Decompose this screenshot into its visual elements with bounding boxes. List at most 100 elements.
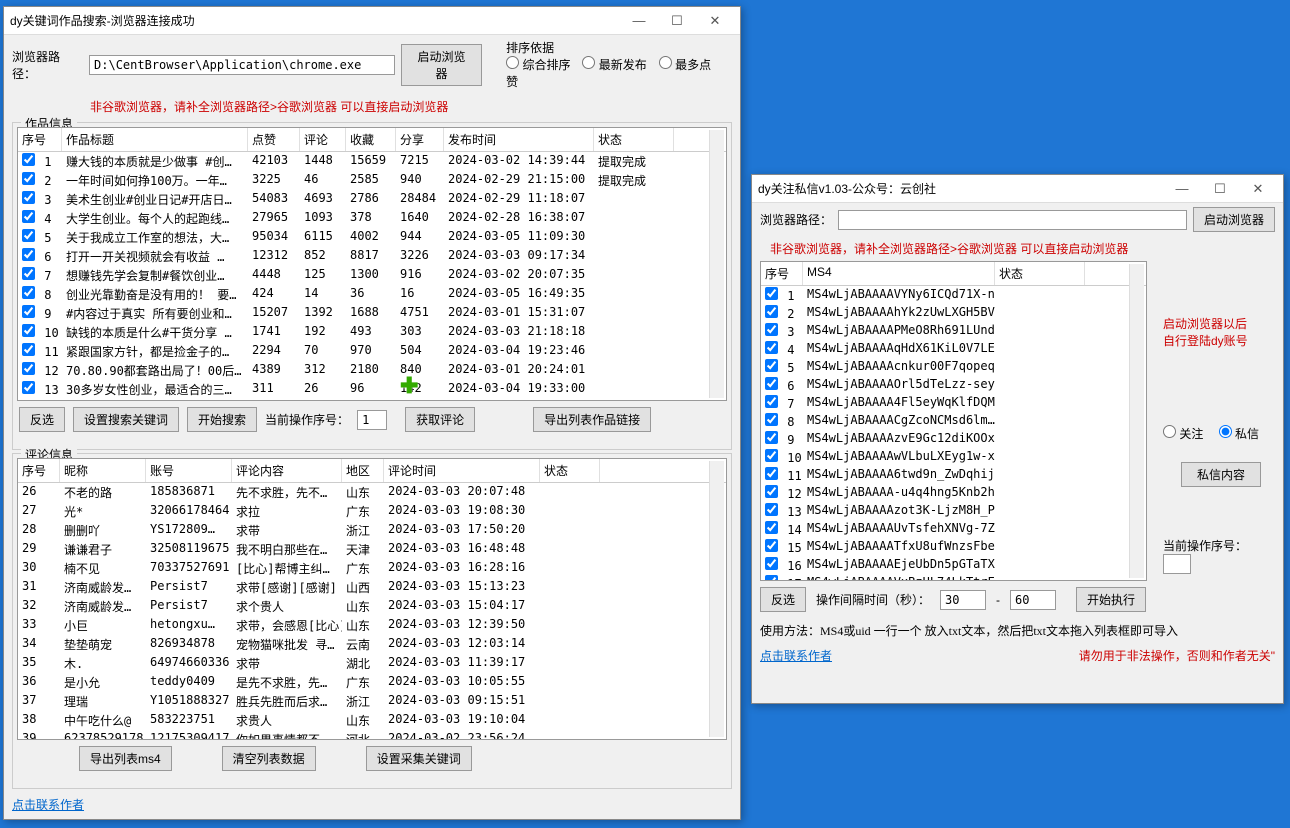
table-row[interactable]: 15 MS4wLjABAAAATfxU8ufWnzsFbe…: [761, 538, 1146, 556]
sort-radio-1[interactable]: 最新发布: [582, 58, 646, 72]
dm-radio[interactable]: 私信: [1219, 427, 1259, 441]
table-row[interactable]: 8 MS4wLjABAAAACgZcoNCMsd6lm…: [761, 412, 1146, 430]
sort-radio-0[interactable]: 综合排序: [506, 58, 570, 72]
table-row[interactable]: 33小巨hetongxu…求带，会感恩[比心]山东2024-03-03 12:3…: [18, 616, 726, 635]
clear-list-button[interactable]: 清空列表数据: [222, 746, 316, 771]
sort-label: 排序依据: [506, 39, 732, 56]
table-row[interactable]: 5 MS4wLjABAAAAcnkur00F7qopeq…: [761, 358, 1146, 376]
maximize-button[interactable]: ☐: [658, 13, 696, 29]
dm-content-button[interactable]: 私信内容: [1181, 462, 1261, 487]
window-title: dy关注私信v1.03-公众号：云创社: [758, 180, 1163, 197]
table-row[interactable]: 9 MS4wLjABAAAAzvE9Gc12diKOOx…: [761, 430, 1146, 448]
inverse-select-button[interactable]: 反选: [760, 587, 806, 612]
table-row[interactable]: 16 MS4wLjABAAAAEjeUbDn5pGTaTX…: [761, 556, 1146, 574]
browser-path-input[interactable]: [89, 55, 395, 75]
table-row[interactable]: 10 缺钱的本质是什么#干货分享 … 1741 192 493 303 2024…: [18, 323, 726, 342]
table-row[interactable]: 38中午吃什么@583223751求贵人山东2024-03-03 19:10:0…: [18, 711, 726, 730]
current-op-label: 当前操作序号：: [1163, 539, 1247, 553]
follow-dm-window: dy关注私信v1.03-公众号：云创社 — ☐ ✕ 浏览器路径： 启动浏览器 非…: [751, 174, 1284, 704]
launch-browser-button[interactable]: 启动浏览器: [1193, 207, 1275, 232]
table-row[interactable]: 17 MS4wLjABAAAAVxBzHL74LkTtrE…: [761, 574, 1146, 581]
table-row[interactable]: 12 MS4wLjABAAAA-u4q4hng5Knb2h…: [761, 484, 1146, 502]
table-row[interactable]: 396237852917812175309417你如果事情都不…河北2024-0…: [18, 730, 726, 740]
hint-line-1: 启动浏览器以后: [1163, 315, 1275, 332]
get-comments-button[interactable]: 获取评论: [405, 407, 475, 432]
table-row[interactable]: 9 #内容过于真实 所有要创业和… 15207 1392 1688 4751 2…: [18, 304, 726, 323]
table-row[interactable]: 4 MS4wLjABAAAAqHdX61KiL0V7LE…: [761, 340, 1146, 358]
titlebar: dy关注私信v1.03-公众号：云创社 — ☐ ✕: [752, 175, 1283, 203]
window-title: dy关键词作品搜索-浏览器连接成功: [10, 12, 620, 29]
table-row[interactable]: 1 赚大钱的本质就是少做事 #创… 42103 1448 15659 7215 …: [18, 152, 726, 171]
set-keyword-button[interactable]: 设置搜索关键词: [73, 407, 179, 432]
warning-text: 请勿用于非法操作，否则和作者无关": [1079, 647, 1275, 664]
table-row[interactable]: 26不老的路185836871先不求胜，先不…山东2024-03-03 20:0…: [18, 483, 726, 502]
table-row[interactable]: 13 30多岁女性创业，最适合的三… 311 26 96 142 2024-03…: [18, 380, 726, 399]
works-list[interactable]: 序号作品标题点赞评论收藏分享发布时间状态 1 赚大钱的本质就是少做事 #创… 4…: [17, 127, 727, 401]
notice-text: 非谷歌浏览器，请补全浏览器路径>谷歌浏览器 可以直接启动浏览器: [90, 98, 448, 115]
table-row[interactable]: 11 紧跟国家方针，都是捡金子的… 2294 70 970 504 2024-0…: [18, 342, 726, 361]
contact-author-link[interactable]: 点击联系作者: [760, 647, 832, 664]
keyword-search-window: dy关键词作品搜索-浏览器连接成功 — ☐ ✕ 浏览器路径： 启动浏览器 排序依…: [3, 6, 741, 820]
table-row[interactable]: 10 MS4wLjABAAAAwVLbuLXEyg1w-x…: [761, 448, 1146, 466]
table-row[interactable]: 27光*32066178464求拉广东2024-03-03 19:08:30: [18, 502, 726, 521]
current-op-input[interactable]: [1163, 554, 1191, 574]
scrollbar[interactable]: [709, 461, 724, 737]
interval-min-input[interactable]: [940, 590, 986, 610]
table-row[interactable]: 4 大学生创业。每个人的起跑线… 27965 1093 378 1640 202…: [18, 209, 726, 228]
ms4-list[interactable]: 序号MS4状态 1 MS4wLjABAAAAVYNy6ICQd71X-n… 2 …: [760, 261, 1147, 581]
table-row[interactable]: 2 MS4wLjABAAAAhYk2zUwLXGH5BV…: [761, 304, 1146, 322]
table-row[interactable]: 35木.64974660336求带湖北2024-03-03 11:39:17: [18, 654, 726, 673]
table-row[interactable]: 8 创业光靠勤奋是没有用的！ 要… 424 14 36 16 2024-03-0…: [18, 285, 726, 304]
table-row[interactable]: 7 MS4wLjABAAAA4Fl5eyWqKlfDQM…: [761, 394, 1146, 412]
interval-max-input[interactable]: [1010, 590, 1056, 610]
table-row[interactable]: 14 创业不易，创前请深思！#知… 1932 503 162 1359 2024…: [18, 399, 726, 401]
follow-radio[interactable]: 关注: [1163, 427, 1203, 441]
table-row[interactable]: 7 想赚钱先学会复制#餐饮创业… 4448 125 1300 916 2024-…: [18, 266, 726, 285]
interval-sep: -: [996, 593, 1000, 607]
table-row[interactable]: 37理瑞Y1051888327胜兵先胜而后求…浙江2024-03-03 09:1…: [18, 692, 726, 711]
contact-author-link[interactable]: 点击联系作者: [12, 796, 84, 813]
table-row[interactable]: 30楠不见70337527691[比心]帮博主纠…广东2024-03-03 16…: [18, 559, 726, 578]
launch-browser-button[interactable]: 启动浏览器: [401, 44, 482, 86]
hint-line-2: 自行登陆dy账号: [1163, 332, 1275, 349]
export-links-button[interactable]: 导出列表作品链接: [533, 407, 651, 432]
scrollbar[interactable]: [1129, 264, 1144, 578]
titlebar: dy关键词作品搜索-浏览器连接成功 — ☐ ✕: [4, 7, 740, 35]
table-row[interactable]: 14 MS4wLjABAAAAUvTsfehXNVg-7Z…: [761, 520, 1146, 538]
minimize-button[interactable]: —: [620, 13, 658, 28]
inverse-select-button[interactable]: 反选: [19, 407, 65, 432]
browser-path-label: 浏览器路径：: [12, 48, 83, 82]
maximize-button[interactable]: ☐: [1201, 181, 1239, 197]
table-row[interactable]: 29谦谦君子32508119675我不明白那些在…天津2024-03-03 16…: [18, 540, 726, 559]
browser-path-label: 浏览器路径：: [760, 211, 832, 228]
comments-list[interactable]: 序号昵称账号评论内容地区评论时间状态 26不老的路185836871先不求胜，先…: [17, 458, 727, 740]
current-op-label: 当前操作序号：: [265, 411, 349, 428]
table-row[interactable]: 13 MS4wLjABAAAAzot3K-LjzM8H_P…: [761, 502, 1146, 520]
table-row[interactable]: 31济南威龄发…Persist7求带[感谢][感谢]山西2024-03-03 1…: [18, 578, 726, 597]
table-row[interactable]: 3 美术生创业#创业日记#开店日… 54083 4693 2786 28484 …: [18, 190, 726, 209]
close-button[interactable]: ✕: [696, 13, 734, 29]
interval-label: 操作间隔时间（秒）：: [816, 591, 930, 608]
usage-text: 使用方法：MS4或uid 一行一个 放入txt文本，然后把txt文本拖入列表框即…: [760, 622, 1178, 639]
current-op-input[interactable]: [357, 410, 387, 430]
browser-path-input[interactable]: [838, 210, 1187, 230]
start-search-button[interactable]: 开始搜索: [187, 407, 257, 432]
table-row[interactable]: 6 打开一开关视频就会有收益 … 12312 852 8817 3226 202…: [18, 247, 726, 266]
start-execute-button[interactable]: 开始执行: [1076, 587, 1146, 612]
export-ms4-button[interactable]: 导出列表ms4: [79, 746, 172, 771]
set-collect-keyword-button[interactable]: 设置采集关键词: [366, 746, 472, 771]
table-row[interactable]: 34垫垫萌宠826934878宠物猫咪批发 寻…云南2024-03-03 12:…: [18, 635, 726, 654]
table-row[interactable]: 6 MS4wLjABAAAAOrl5dTeLzz-sey…: [761, 376, 1146, 394]
table-row[interactable]: 11 MS4wLjABAAAA6twd9n_ZwDqhij…: [761, 466, 1146, 484]
table-row[interactable]: 36是小允teddy0409是先不求胜，先…广东2024-03-03 10:05…: [18, 673, 726, 692]
table-row[interactable]: 32济南威龄发…Persist7求个贵人山东2024-03-03 15:04:1…: [18, 597, 726, 616]
table-row[interactable]: 3 MS4wLjABAAAAPMeO8Rh691LUnd…: [761, 322, 1146, 340]
table-row[interactable]: 12 70.80.90都套路出局了！00后… 4389 312 2180 840…: [18, 361, 726, 380]
close-button[interactable]: ✕: [1239, 181, 1277, 197]
table-row[interactable]: 28删删吖YS172809…求带浙江2024-03-03 17:50:20: [18, 521, 726, 540]
minimize-button[interactable]: —: [1163, 181, 1201, 196]
scrollbar[interactable]: [709, 130, 724, 398]
table-row[interactable]: 1 MS4wLjABAAAAVYNy6ICQd71X-n…: [761, 286, 1146, 304]
table-row[interactable]: 2 一年时间如何挣100万。一年… 3225 46 2585 940 2024-…: [18, 171, 726, 190]
table-row[interactable]: 5 关于我成立工作室的想法，大… 95034 6115 4002 944 202…: [18, 228, 726, 247]
